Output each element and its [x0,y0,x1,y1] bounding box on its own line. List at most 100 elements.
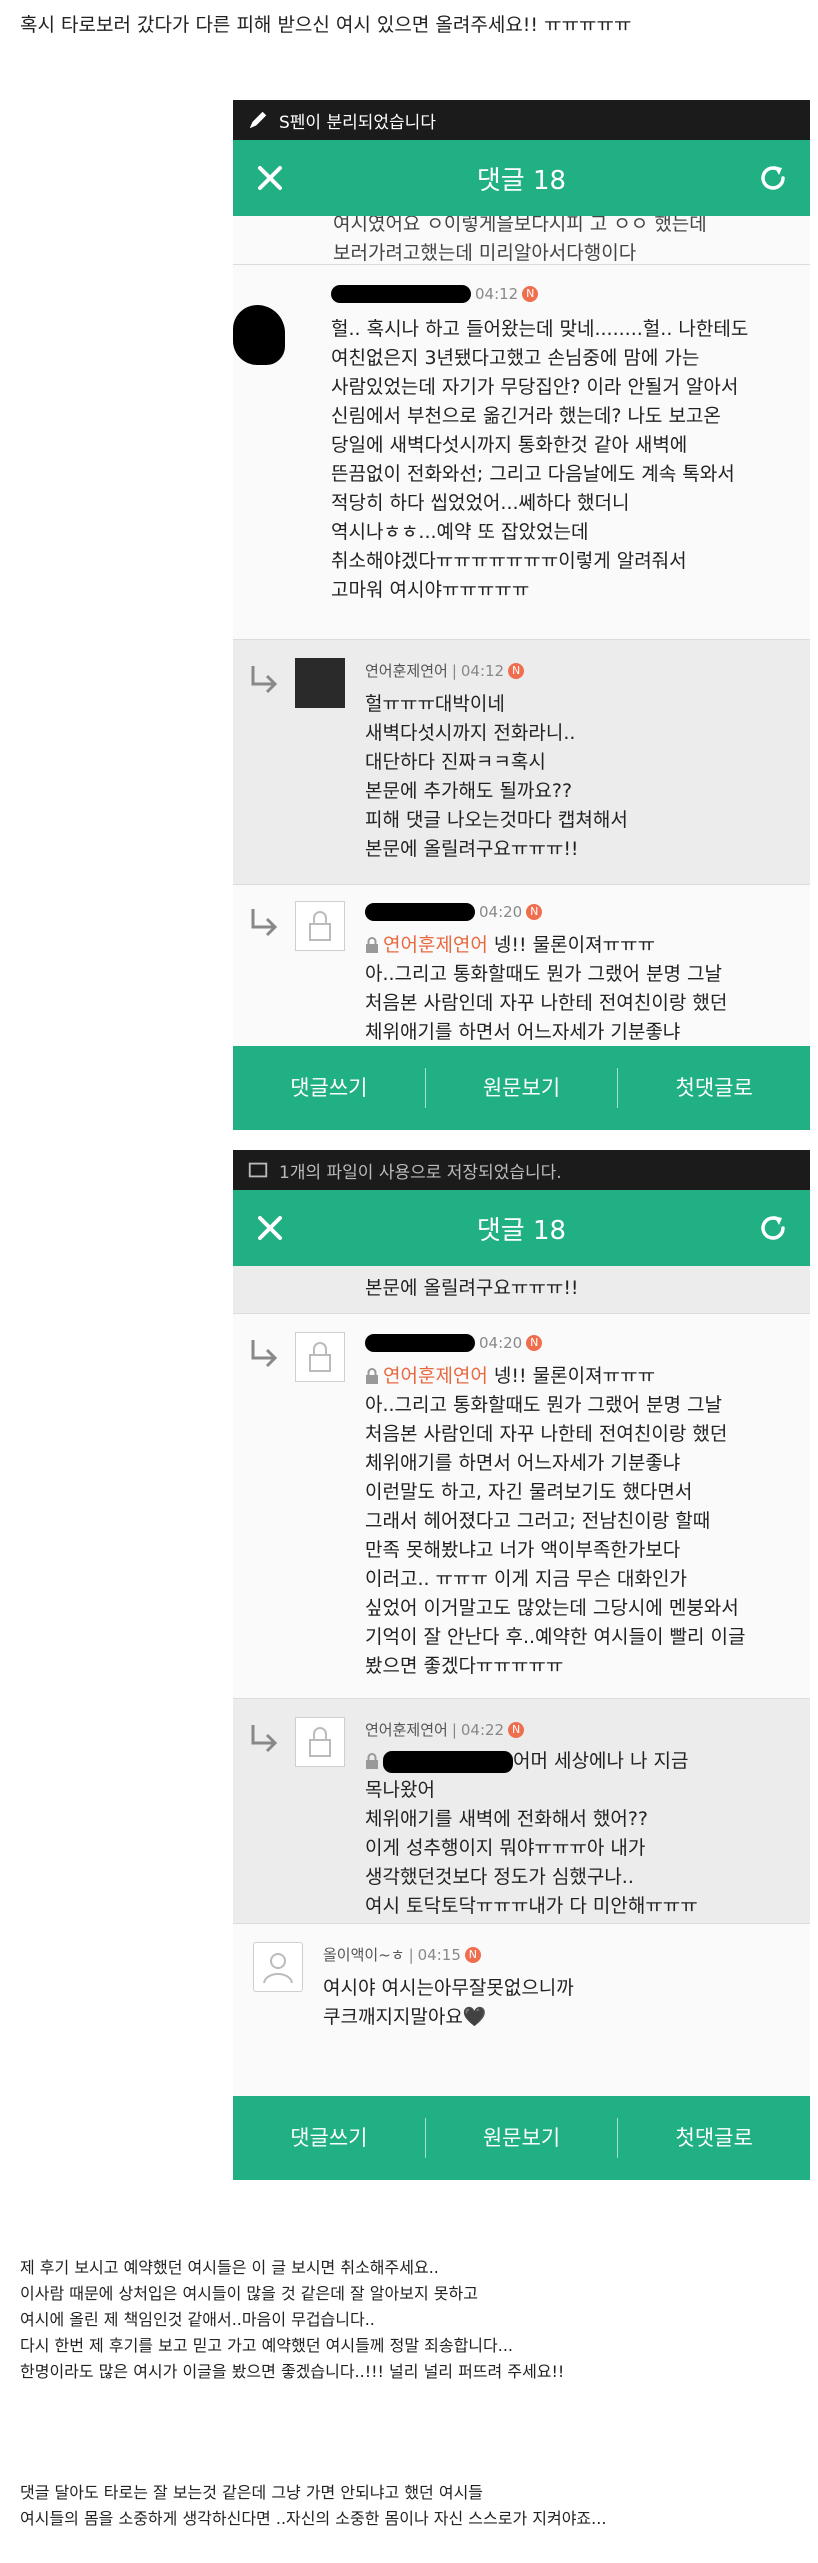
comment-body: 연어훈제연어 넹!! 물론이져ㅠㅠㅠ 아..그리고 통화할때도 뭔가 그랬어 분… [365,1362,745,1681]
comment-line: 싶었어 이거말고도 많았는데 그당시에 멘붕와서 [365,1597,739,1619]
comment-line: 사람있었는데 자기가 무당집안? 이라 안될거 알아서 [331,376,739,398]
comment-line: 취소해야겠다ㅠㅠㅠㅠㅠㅠㅠ이렇게 알려줘서 [331,550,687,572]
reply-arrow-icon [251,666,278,694]
notice-line: 다시 한번 제 후기를 보고 믿고 가고 예약했던 여시들께 정말 죄송합니다.… [20,2336,513,2355]
comment-line: 새벽다섯시까지 전화라니.. [365,722,576,744]
new-badge: N [522,286,539,302]
comment-body: 헐.. 혹시나 하고 들어왔는데 맞네........헐.. 나한테도 여친없은… [331,315,748,605]
comment-line: 그래서 헤어졌다고 그러고; 전남친이랑 할때 [365,1510,711,1532]
comment-body: 어머 세상에나 나 지금 목나왔어 체위애기를 새벽에 전화해서 했어?? 이게… [365,1747,698,1921]
redacted-avatar [233,305,285,365]
lock-avatar [295,901,345,951]
bottom-action-bar: 댓글쓰기 원문보기 첫댓글로 [233,1046,810,1130]
comments-screenshot-2: 1개의 파일이 사용으로 저장되었습니다. 댓글 18 본문에 올릴려구요ㅠㅠㅠ… [233,1150,810,2180]
comment-line: 헐ㅠㅠㅠ대박이네 [365,693,505,715]
comment-line: 봤으면 좋겠다ㅠㅠㅠㅠㅠ [365,1655,564,1677]
comment-line: 생각했던것보다 정도가 심했구나.. [365,1866,634,1888]
comment-time: 04:12 [475,285,519,303]
comment-line: 대단하다 진짜ㅋㅋ혹시 [365,751,546,773]
refresh-icon[interactable] [754,159,792,197]
comment-nickname: 올이액이~ㅎ [323,1946,405,1964]
comment-line: 여친없은지 3년됐다고했고 손님중에 맘에 가는 [331,347,700,369]
app-header: 댓글 18 [233,140,810,216]
mention-nickname: 연어훈제연어 [383,1365,488,1387]
redacted-mention [383,1750,513,1773]
comment-time: 04:20 [479,903,523,921]
refresh-icon[interactable] [754,1209,792,1247]
lock-avatar [295,1717,345,1767]
view-original-button[interactable]: 원문보기 [426,2118,619,2158]
comment-list[interactable]: 여시였어요 ㅇ이렇게을보다시피 고 ㅇㅇ 했는데 보러가려고했는데 미리알아서다… [233,216,810,1046]
comment-line: 본문에 올릴려구요ㅠㅠㅠ!! [365,838,579,860]
reply-arrow-icon [251,1725,278,1753]
comment-nickname: 연어훈제연어 [365,1721,448,1739]
notice-line: 댓글 달아도 타로는 잘 보는것 같은데 그냥 가면 안되냐고 했던 여시들 [20,2483,484,2502]
notice-line: 여시에 올린 제 책임인것 같애서..마음이 무겁습니다.. [20,2310,375,2329]
user-icon [263,1953,293,1984]
comment-meta: 연어훈제연어 | 04:22 N [365,1719,525,1740]
new-badge: N [526,904,543,920]
mention-nickname: 연어훈제연어 [383,934,488,956]
close-icon[interactable] [251,159,289,197]
comment-meta: 올이액이~ㅎ | 04:15 N [323,1944,481,1965]
reply-arrow-icon [251,909,278,937]
comment-line: 당일에 새벽다섯시까지 통화한것 같아 새벽에 [331,434,688,456]
view-original-button[interactable]: 원문보기 [426,1068,619,1108]
comment-list[interactable]: 본문에 올릴려구요ㅠㅠㅠ!! 04:20 N 연어훈제연어 넹!! 물론이져ㅠㅠ… [233,1266,810,2096]
comment-line: 본문에 추가해도 될까요?? [365,780,573,802]
comment-line: 여시 토닥토닥ㅠㅠㅠ내가 다 미안해ㅠㅠㅠ [365,1895,698,1917]
comment-line: 체위애기를 하면서 어느자세가 기분좋냐 [365,1021,681,1043]
comment-meta: 04:20 N [365,1334,543,1352]
comment-line: 체위애기를 하면서 어느자세가 기분좋냐 [365,1452,681,1474]
comment-partial: 본문에 올릴려구요ㅠㅠㅠ!! [233,1266,810,1314]
comment-line: 처음본 사람인데 자꾸 나한테 전여친이랑 했던 [365,1423,728,1445]
status-text: 1개의 파일이 사용으로 저장되었습니다. [279,1162,562,1183]
status-bar: S펜이 분리되었습니다 [233,100,810,140]
post-title: 혹시 타로보러 갔다가 다른 피해 받으신 여시 있으면 올려주세요!! ㅠㅠㅠ… [20,14,632,36]
comment-line: 어머 세상에나 나 지금 [513,1750,689,1772]
notice-paragraph: 제 후기 보시고 예약했던 여시들은 이 글 보시면 취소해주세요.. 이사람 … [20,2255,800,2385]
avatar [295,658,345,708]
lock-icon [309,1727,331,1757]
comment-line: 기억이 잘 안난다 후..예약한 여시들이 빨리 이글 [365,1626,746,1648]
reply-item: 04:20 N 연어훈제연어 넹!! 물론이져ㅠㅠㅠ 아..그리고 통화할때도 … [233,1314,810,1699]
status-bar: 1개의 파일이 사용으로 저장되었습니다. [233,1150,810,1190]
comment-line: 이게 성추행이지 뭐야ㅠㅠㅠ아 내가 [365,1837,646,1859]
redacted-username [331,285,471,303]
comment-meta: 연어훈제연어 | 04:12 N [365,660,525,681]
comments-screenshot-1: S펜이 분리되었습니다 댓글 18 여시였어요 ㅇ이렇게을보다시피 고 ㅇㅇ 했… [233,100,810,1130]
comment-nickname: 연어훈제연어 [365,662,448,680]
reply-item: 연어훈제연어 | 04:12 N 헐ㅠㅠㅠ대박이네 새벽다섯시까지 전화라니..… [233,640,810,885]
comment-time: 04:22 [460,1720,505,1739]
secret-lock-icon [366,937,378,953]
reply-arrow-icon [251,1340,278,1368]
comment-line: 아..그리고 통화할때도 뭔가 그랬어 분명 그날 [365,1394,722,1416]
avatar [253,1942,303,1992]
write-comment-button[interactable]: 댓글쓰기 [233,2118,426,2158]
comment-body: 연어훈제연어 넹!! 물론이져ㅠㅠㅠ 아..그리고 통화할때도 뭔가 그랬어 분… [365,931,727,1046]
comment-time: 04:12 [460,661,505,680]
new-badge: N [508,662,525,679]
comment-line: 뜬끔없이 전화와선; 그리고 다음날에도 계속 톡와서 [331,463,735,485]
status-text: S펜이 분리되었습니다 [279,112,436,133]
reply-item: 연어훈제연어 | 04:22 N 어머 세상에나 나 지금 목나왔어 체위애기를… [233,1699,810,1924]
write-comment-button[interactable]: 댓글쓰기 [233,1068,426,1108]
close-icon[interactable] [251,1209,289,1247]
secret-lock-icon [366,1753,378,1769]
lock-avatar [295,1332,345,1382]
comment-line: 본문에 올릴려구요ㅠㅠㅠ!! [365,1277,579,1299]
comment-line: 여시야 여시는아무잘못없으니까 [323,1977,574,1999]
comment-partial: 여시였어요 ㅇ이렇게을보다시피 고 ㅇㅇ 했는데 보러가려고했는데 미리알아서다… [233,216,810,265]
first-comment-button[interactable]: 첫댓글로 [618,1068,810,1108]
comment-line: 이러고.. ㅠㅠㅠ 이게 지금 무슨 대화인가 [365,1568,687,1590]
comment-line: 보러가려고했는데 미리알아서다행이다 [333,242,637,264]
comment-line: 고마워 여시야ㅠㅠㅠㅠㅠ [331,579,530,601]
comment-line: 신림에서 부천으로 옮긴거라 했는데? 나도 보고온 [331,405,721,427]
bottom-action-bar: 댓글쓰기 원문보기 첫댓글로 [233,2096,810,2180]
comment-line: 이런말도 하고, 자긴 물려보기도 했다면서 [365,1481,693,1503]
comment-item: 04:12 N 헐.. 혹시나 하고 들어왔는데 맞네........헐.. 나… [233,265,810,640]
notice-line: 이사람 때문에 상처입은 여시들이 많을 것 같은데 잘 알아보지 못하고 [20,2284,478,2303]
comment-time: 04:15 [417,1945,461,1964]
lock-icon [309,911,331,941]
first-comment-button[interactable]: 첫댓글로 [618,2118,810,2158]
